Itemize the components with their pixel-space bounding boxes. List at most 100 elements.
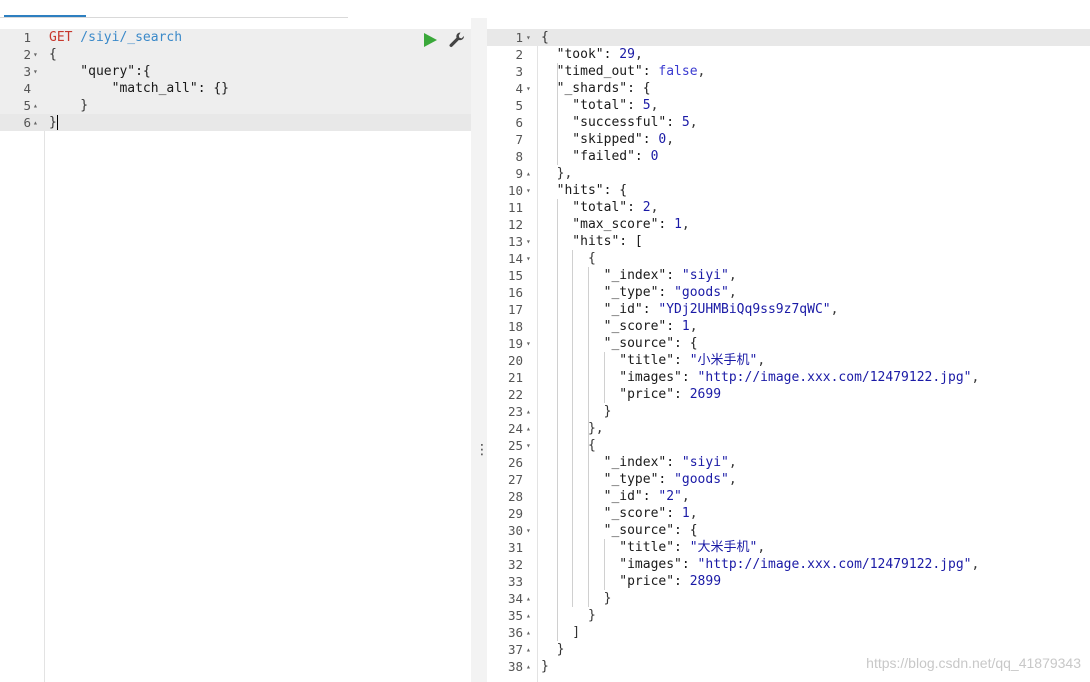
token-str: "大米手机" bbox=[689, 540, 758, 555]
request-line[interactable]: 2 ▾ { bbox=[0, 46, 471, 63]
tab-bar bbox=[0, 0, 1090, 18]
code-text: "took": 29, bbox=[541, 46, 643, 63]
token-blue: /siyi/_search bbox=[72, 30, 183, 45]
response-line: 2 "took": 29, bbox=[487, 46, 1090, 63]
response-line: 1 ▾ { bbox=[487, 29, 1090, 46]
fold-open-icon[interactable]: ▾ bbox=[526, 522, 531, 539]
token-str: "2" bbox=[658, 489, 682, 504]
fold-close-icon[interactable]: ▴ bbox=[33, 97, 38, 114]
code-text: } bbox=[49, 114, 58, 131]
token-str: "goods" bbox=[674, 472, 729, 487]
line-number: 16 bbox=[507, 285, 523, 300]
line-number: 37 bbox=[507, 642, 523, 657]
token-val: 29 bbox=[619, 47, 635, 62]
line-number: 14 bbox=[507, 251, 523, 266]
token-key: "images": bbox=[541, 370, 698, 385]
fold-open-icon[interactable]: ▾ bbox=[526, 335, 531, 352]
token-val: 0 bbox=[650, 149, 659, 164]
line-number: 6 bbox=[515, 115, 523, 130]
fold-close-icon[interactable]: ▴ bbox=[33, 114, 38, 131]
code-text: "match_all": {} bbox=[49, 80, 229, 97]
token-key: "max_score": bbox=[541, 217, 675, 232]
token-punc: , bbox=[650, 98, 659, 113]
code-text: "_index": "siyi", bbox=[541, 267, 737, 284]
line-number: 6 bbox=[23, 115, 31, 130]
token-val: 5 bbox=[681, 115, 690, 130]
code-text: } bbox=[541, 658, 549, 675]
token-punc: , bbox=[666, 132, 675, 147]
line-number: 12 bbox=[507, 217, 523, 232]
run-request-button[interactable] bbox=[422, 32, 438, 48]
token-punc: } bbox=[49, 98, 89, 113]
fold-open-icon[interactable]: ▾ bbox=[526, 182, 531, 199]
token-val: 2899 bbox=[689, 574, 722, 589]
line-number: 30 bbox=[507, 523, 523, 538]
response-viewer[interactable]: 1 ▾{2 "took": 29, 3 "timed_out": false, 4 ▾ … bbox=[487, 29, 1090, 682]
response-line: 19 ▾ "_source": { bbox=[487, 335, 1090, 352]
token-key: "_score": bbox=[541, 506, 682, 521]
line-number: 18 bbox=[507, 319, 523, 334]
line-number: 3 bbox=[23, 64, 31, 79]
request-editor[interactable]: 1 GET /siyi/_search 2 ▾{3 ▾ "query":{4 "matc… bbox=[0, 29, 471, 682]
vertical-ellipsis-icon[interactable]: ⋮ bbox=[475, 442, 489, 458]
fold-close-icon[interactable]: ▴ bbox=[526, 420, 531, 437]
response-line: 21 "images": "http://image.xxx.com/12479… bbox=[487, 369, 1090, 386]
request-line[interactable]: 6 ▴} bbox=[0, 114, 471, 131]
code-text: } bbox=[541, 641, 565, 658]
request-line[interactable]: 4 "match_all": {} bbox=[0, 80, 471, 97]
token-key: "took": bbox=[541, 47, 620, 62]
token-punc: , bbox=[728, 285, 737, 300]
fold-open-icon[interactable]: ▾ bbox=[526, 80, 531, 97]
fold-open-icon[interactable]: ▾ bbox=[526, 250, 531, 267]
response-line: 6 "successful": 5, bbox=[487, 114, 1090, 131]
fold-close-icon[interactable]: ▴ bbox=[526, 624, 531, 641]
line-number: 38 bbox=[507, 659, 523, 674]
request-line[interactable]: 5 ▴ } bbox=[0, 97, 471, 114]
token-bool: false bbox=[658, 64, 698, 79]
fold-open-icon[interactable]: ▾ bbox=[33, 46, 38, 63]
play-icon bbox=[424, 33, 437, 47]
code-text: "total": 5, bbox=[541, 97, 658, 114]
fold-open-icon[interactable]: ▾ bbox=[526, 437, 531, 454]
line-number: 1 bbox=[23, 30, 31, 45]
fold-close-icon[interactable]: ▴ bbox=[526, 641, 531, 658]
code-text: "images": "http://image.xxx.com/12479122… bbox=[541, 369, 979, 386]
fold-open-icon[interactable]: ▾ bbox=[33, 63, 38, 80]
request-line[interactable]: 3 ▾ "query":{ bbox=[0, 63, 471, 80]
token-punc: , bbox=[728, 455, 737, 470]
line-number: 36 bbox=[507, 625, 523, 640]
settings-wrench-button[interactable] bbox=[448, 31, 466, 49]
token-str: "goods" bbox=[674, 285, 729, 300]
code-text: "_index": "siyi", bbox=[541, 454, 737, 471]
token-punc: , bbox=[681, 217, 690, 232]
indent-guide bbox=[556, 199, 558, 641]
response-line: 32 "images": "http://image.xxx.com/12479… bbox=[487, 556, 1090, 573]
response-line: 27 "_type": "goods", bbox=[487, 471, 1090, 488]
fold-close-icon[interactable]: ▴ bbox=[526, 607, 531, 624]
response-line: 24 ▴ }, bbox=[487, 420, 1090, 437]
code-text: "timed_out": false, bbox=[541, 63, 706, 80]
request-line[interactable]: 1 GET /siyi/_search bbox=[0, 29, 471, 46]
line-number: 11 bbox=[507, 200, 523, 215]
pane-divider[interactable] bbox=[471, 18, 487, 682]
line-number: 17 bbox=[507, 302, 523, 317]
line-number: 4 bbox=[23, 81, 31, 96]
code-text: "title": "小米手机", bbox=[541, 352, 765, 369]
fold-open-icon[interactable]: ▾ bbox=[526, 233, 531, 250]
token-str: "siyi" bbox=[681, 455, 729, 470]
token-key: "_source": { bbox=[541, 336, 698, 351]
fold-open-icon[interactable]: ▾ bbox=[526, 29, 531, 46]
token-punc: , bbox=[830, 302, 839, 317]
response-line: 31 "title": "大米手机", bbox=[487, 539, 1090, 556]
token-punc: , bbox=[728, 268, 737, 283]
line-number: 22 bbox=[507, 387, 523, 402]
fold-close-icon[interactable]: ▴ bbox=[526, 590, 531, 607]
token-punc: , bbox=[757, 540, 766, 555]
token-str: "YDj2UHMBiQq9ss9z7qWC" bbox=[658, 302, 831, 317]
fold-close-icon[interactable]: ▴ bbox=[526, 658, 531, 675]
code-text: } bbox=[541, 590, 612, 607]
fold-close-icon[interactable]: ▴ bbox=[526, 403, 531, 420]
fold-close-icon[interactable]: ▴ bbox=[526, 165, 531, 182]
code-text: "_id": "2", bbox=[541, 488, 690, 505]
code-text: "price": 2699 bbox=[541, 386, 721, 403]
